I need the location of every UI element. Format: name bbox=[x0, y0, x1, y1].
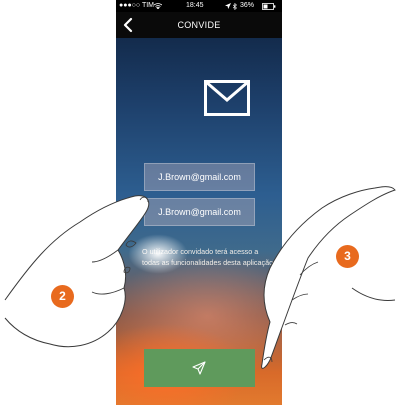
right-hand-illustration bbox=[261, 186, 396, 369]
step-2-badge: 2 bbox=[51, 285, 74, 308]
step-3-badge: 3 bbox=[336, 245, 359, 268]
